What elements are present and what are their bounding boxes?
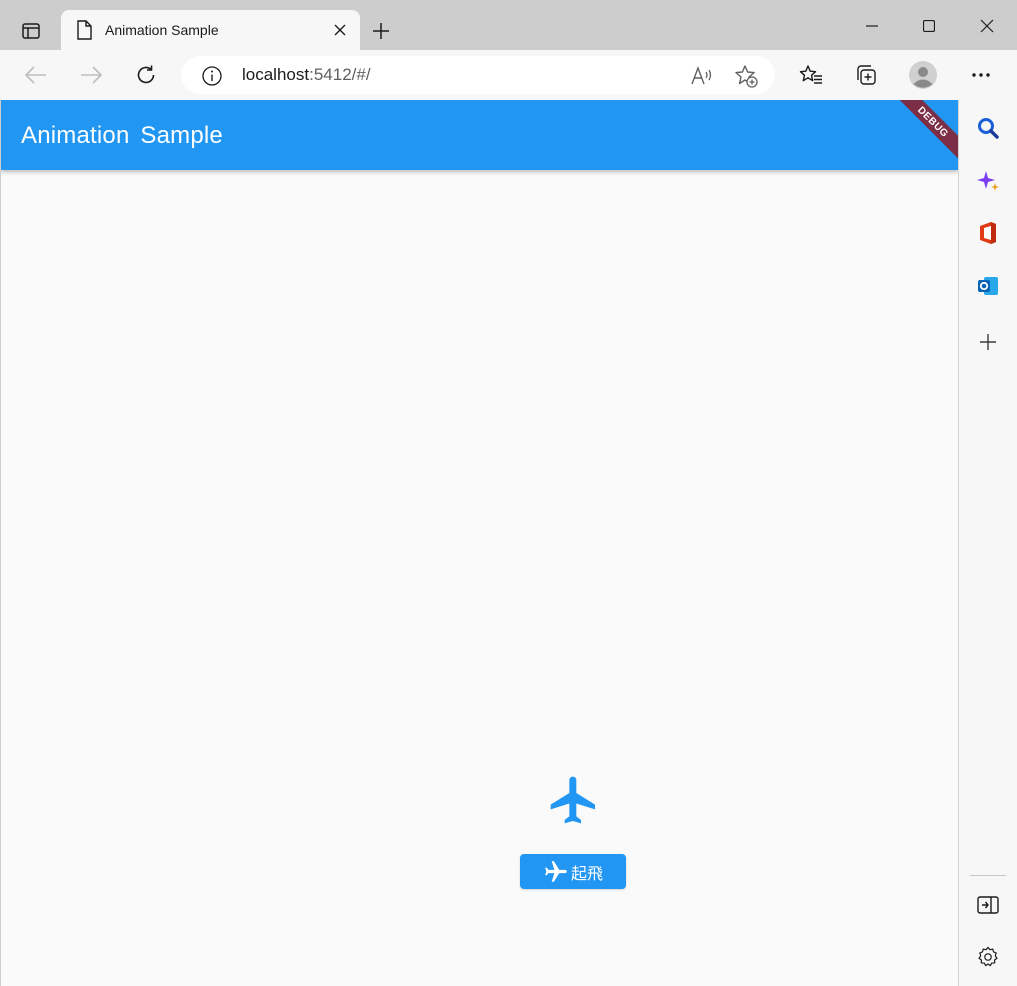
- profile-icon[interactable]: [905, 58, 941, 92]
- outlook-icon[interactable]: [974, 272, 1002, 300]
- close-window-icon[interactable]: [964, 8, 1010, 44]
- read-aloud-icon[interactable]: [690, 64, 714, 88]
- takeoff-button[interactable]: 起飛: [520, 854, 626, 889]
- office-icon[interactable]: [974, 219, 1002, 247]
- takeoff-button-label: 起飛: [570, 865, 603, 883]
- browser-tab[interactable]: Animation Sample: [61, 10, 360, 50]
- add-icon[interactable]: [974, 328, 1002, 356]
- search-icon[interactable]: [974, 114, 1002, 142]
- page-title: Animation Sample: [21, 122, 223, 149]
- star-add-icon[interactable]: [734, 64, 758, 88]
- sidebar-divider: [970, 875, 1006, 876]
- url-path: :5412/#/: [309, 65, 371, 84]
- minimize-icon[interactable]: [849, 8, 895, 44]
- more-icon[interactable]: [963, 58, 999, 92]
- tab-actions-icon[interactable]: [12, 12, 50, 50]
- tab-strip: Animation Sample: [0, 0, 1017, 50]
- close-tab-icon[interactable]: [326, 16, 354, 44]
- arrow-left-icon[interactable]: [18, 58, 54, 92]
- airplane-icon: [545, 860, 567, 882]
- tab-title: Animation Sample: [105, 22, 219, 38]
- settings-icon[interactable]: [974, 943, 1002, 971]
- browser-sidebar: [958, 100, 1017, 986]
- address-bar[interactable]: localhost:5412/#/: [181, 56, 775, 94]
- url-text: localhost:5412/#/: [242, 65, 371, 85]
- collections-icon[interactable]: [848, 58, 884, 92]
- app-bar: Animation Sample: [1, 100, 958, 170]
- refresh-icon[interactable]: [128, 58, 164, 92]
- arrow-right-icon[interactable]: [73, 58, 109, 92]
- site-info-icon[interactable]: [201, 65, 223, 87]
- copilot-icon[interactable]: [974, 167, 1002, 195]
- web-content: Animation Sample DEBUG 起飛: [1, 100, 958, 986]
- browser-window: Animation Sample localhost:5412/#/ Anima…: [0, 0, 1017, 986]
- favorites-icon[interactable]: [793, 58, 829, 92]
- url-host: localhost: [242, 65, 310, 84]
- page-icon: [75, 20, 93, 40]
- maximize-icon[interactable]: [906, 8, 952, 44]
- browser-toolbar: localhost:5412/#/: [0, 50, 1017, 100]
- new-tab-icon[interactable]: [366, 16, 396, 46]
- split-screen-icon[interactable]: [974, 891, 1002, 919]
- airplane-icon: [550, 776, 595, 824]
